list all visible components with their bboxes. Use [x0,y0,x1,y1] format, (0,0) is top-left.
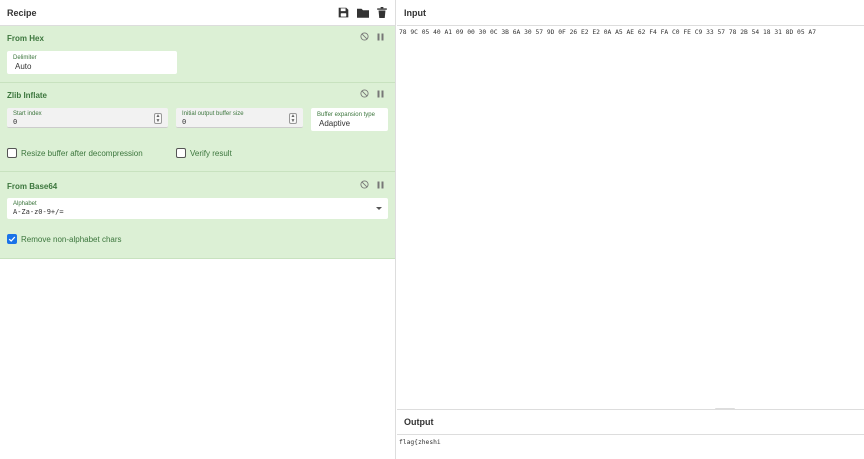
checkbox-box[interactable] [7,234,17,244]
folder-icon[interactable] [356,6,369,19]
checkmark-icon [8,236,16,242]
field-value: A-Za-z0-9+/= [13,208,64,216]
field-value: Auto [15,62,32,71]
pause-icon[interactable] [377,90,384,100]
delimiter-field[interactable]: Delimiter Auto [7,51,177,74]
verify-result-checkbox[interactable]: Verify result [176,148,232,158]
save-icon[interactable] [337,6,350,19]
initial-buffer-size-field[interactable]: Initial output buffer size 0 ▲ ▼ [176,108,303,128]
recipe-pane: Recipe From Hex Delimiter Auto Zlib Infl… [0,0,396,459]
field-label: Initial output buffer size [182,111,244,117]
input-title: Input [404,7,426,18]
operation-title: From Hex [7,34,44,43]
disable-icon[interactable] [360,180,369,191]
trash-icon[interactable] [375,6,388,19]
number-stepper-icon[interactable]: ▲ ▼ [154,113,162,124]
operation-title: From Base64 [7,182,58,191]
checkbox-box[interactable] [176,148,186,158]
buffer-expansion-type-select[interactable]: Buffer expansion type Adaptive [311,108,388,131]
resize-buffer-checkbox[interactable]: Resize buffer after decompression [7,148,143,158]
checkbox-label: Remove non-alphabet chars [21,234,122,244]
recipe-title: Recipe [7,7,37,18]
disable-icon[interactable] [360,89,369,100]
operation-zlib-inflate: Zlib Inflate Start index 0 ▲ ▼ Initial ou… [0,83,395,172]
pause-icon[interactable] [377,181,384,191]
input-text-area[interactable]: 78 9C 05 40 A1 09 00 30 0C 3B 6A 30 57 9… [399,29,816,36]
number-stepper-icon[interactable]: ▲ ▼ [289,113,297,124]
chevron-down-icon[interactable] [376,207,382,210]
input-pane: Input 78 9C 05 40 A1 09 00 30 0C 3B 6A 3… [397,0,864,409]
operation-title: Zlib Inflate [7,91,47,100]
field-label: Alphabet [13,201,37,207]
alphabet-select[interactable]: Alphabet A-Za-z0-9+/= [7,198,388,219]
checkbox-box[interactable] [7,148,17,158]
start-index-field[interactable]: Start index 0 ▲ ▼ [7,108,168,128]
operation-from-hex: From Hex Delimiter Auto [0,26,395,83]
disable-icon[interactable] [360,32,369,43]
output-pane: Output flag{zheshi [397,408,864,459]
resize-handle[interactable] [715,408,735,410]
checkbox-label: Verify result [190,148,232,158]
input-header: Input [397,0,864,26]
output-header: Output [397,410,864,435]
checkbox-label: Resize buffer after decompression [21,148,143,158]
recipe-header: Recipe [0,0,395,26]
operation-from-base64: From Base64 Alphabet A-Za-z0-9+/= Remove… [0,172,395,259]
remove-non-alphabet-checkbox[interactable]: Remove non-alphabet chars [7,234,122,244]
output-title: Output [404,417,434,427]
field-value: 0 [13,118,18,126]
field-label: Buffer expansion type [317,112,375,118]
field-value: Adaptive [319,119,351,128]
field-value: 0 [182,118,187,126]
pause-icon[interactable] [377,33,384,43]
output-text-area[interactable]: flag{zheshi [399,439,441,446]
field-label: Delimiter [13,55,37,61]
field-label: Start index [13,111,42,117]
